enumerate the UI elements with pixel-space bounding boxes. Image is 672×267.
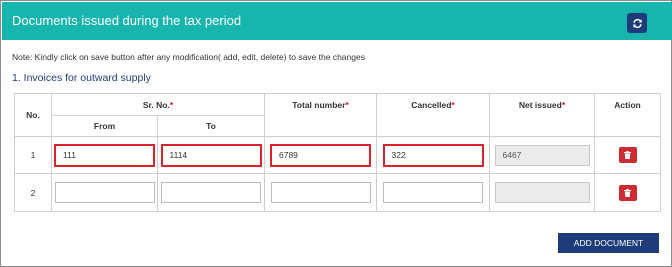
panel-title: Documents issued during the tax period bbox=[12, 13, 242, 28]
delete-row-button[interactable] bbox=[618, 147, 637, 163]
cancelled-label: Cancelled bbox=[411, 100, 452, 110]
to-input[interactable] bbox=[160, 143, 262, 167]
save-note: Note: Kindly click on save button after … bbox=[12, 52, 365, 62]
required-marker: * bbox=[451, 100, 455, 110]
total-number-label: Total number bbox=[292, 100, 346, 110]
from-input[interactable] bbox=[54, 143, 155, 167]
trash-icon bbox=[624, 151, 631, 159]
net-issued-field bbox=[494, 144, 590, 166]
delete-row-button[interactable] bbox=[618, 184, 637, 201]
col-header-to: To bbox=[157, 115, 265, 137]
cancelled-input[interactable] bbox=[383, 182, 483, 203]
net-issued-field bbox=[494, 182, 590, 203]
required-marker: * bbox=[345, 100, 349, 110]
documents-table: No. Sr. No.* Total number* Cancelled* Ne… bbox=[14, 93, 661, 212]
row-number: 1 bbox=[14, 136, 52, 174]
refresh-icon bbox=[632, 18, 642, 28]
from-input[interactable] bbox=[54, 182, 155, 203]
col-header-cancelled: Cancelled* bbox=[376, 93, 490, 137]
col-header-no: No. bbox=[14, 93, 52, 137]
add-document-button[interactable]: ADD DOCUMENT bbox=[558, 233, 659, 253]
cancelled-input[interactable] bbox=[382, 143, 484, 167]
col-header-net-issued: Net issued* bbox=[489, 93, 595, 137]
col-header-total-number: Total number* bbox=[264, 93, 377, 137]
trash-icon bbox=[624, 188, 631, 197]
table-row: 2 bbox=[14, 173, 661, 212]
sr-no-label: Sr. No. bbox=[142, 99, 170, 110]
total-number-input[interactable] bbox=[270, 182, 371, 203]
documents-panel: Documents issued during the tax period N… bbox=[0, 0, 672, 267]
row-number: 2 bbox=[14, 173, 52, 212]
required-marker: * bbox=[169, 99, 174, 110]
col-header-from: From bbox=[51, 115, 158, 137]
col-header-sr-no: Sr. No.* bbox=[51, 93, 265, 116]
section-title: 1. Invoices for outward supply bbox=[12, 72, 151, 84]
to-input[interactable] bbox=[161, 182, 261, 203]
net-issued-label: Net issued bbox=[518, 100, 562, 110]
total-number-input[interactable] bbox=[270, 143, 371, 167]
col-header-action: Action bbox=[594, 93, 661, 137]
refresh-button[interactable] bbox=[627, 13, 647, 33]
panel-header: Documents issued during the tax period bbox=[2, 2, 672, 40]
table-row: 1 bbox=[14, 136, 661, 174]
required-marker: * bbox=[561, 100, 566, 110]
